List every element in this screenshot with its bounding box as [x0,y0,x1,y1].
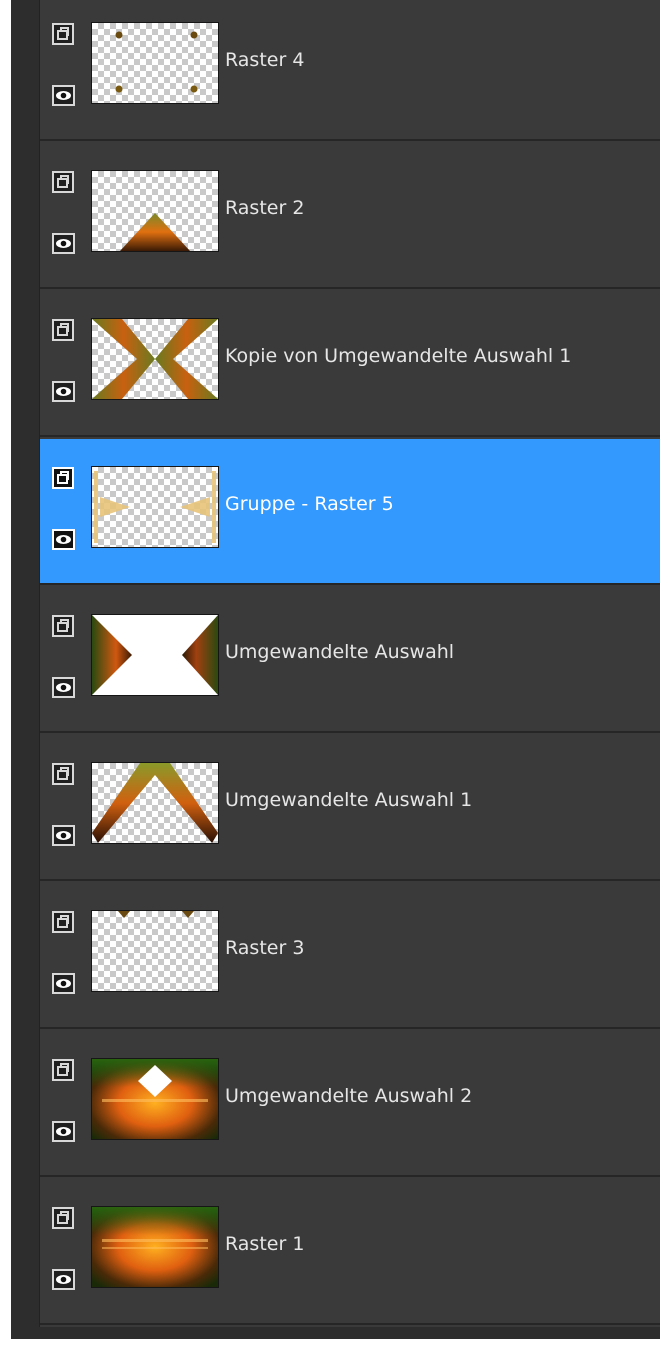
layer-thumbnail [91,1206,219,1288]
eye-icon[interactable] [52,1269,75,1290]
layer-link-icon[interactable] [52,319,74,341]
layer-thumbnail [91,22,219,104]
eye-icon[interactable] [52,677,75,698]
layer-name: Raster 4 [225,49,305,71]
layer-row-umgewandelte-auswahl-1[interactable]: Umgewandelte Auswahl 1 [40,735,660,881]
layer-link-icon[interactable] [52,911,74,933]
layer-name: Kopie von Umgewandelte Auswahl 1 [225,345,572,367]
eye-icon[interactable] [52,381,75,402]
layer-name: Raster 3 [225,937,305,959]
layer-thumbnail [91,910,219,992]
layers-panel: Raster 4 Raster 2 Kopie von Umgewandelte… [39,0,660,1327]
eye-icon[interactable] [52,1121,75,1142]
layer-link-icon[interactable] [52,615,74,637]
layer-row-umgewandelte-auswahl-2[interactable]: Umgewandelte Auswahl 2 [40,1031,660,1177]
layer-row-raster-3[interactable]: Raster 3 [40,883,660,1029]
layer-link-icon[interactable] [52,763,74,785]
eye-icon[interactable] [52,233,75,254]
eye-icon[interactable] [52,529,75,550]
layer-row-umgewandelte-auswahl[interactable]: Umgewandelte Auswahl [40,587,660,733]
eye-icon[interactable] [52,85,75,106]
layer-thumbnail [91,1058,219,1140]
layer-row-raster-1[interactable]: Raster 1 [40,1179,660,1325]
layer-thumbnail [91,762,219,844]
layer-name: Umgewandelte Auswahl 2 [225,1085,473,1107]
layer-thumbnail [91,466,219,548]
layer-name: Raster 1 [225,1233,305,1255]
layer-row-raster-2[interactable]: Raster 2 [40,143,660,289]
layer-link-icon[interactable] [52,467,74,489]
layer-link-icon[interactable] [52,1059,74,1081]
layer-row-raster-4[interactable]: Raster 4 [40,0,660,141]
layer-name: Umgewandelte Auswahl 1 [225,789,473,811]
layer-row-kopie-umgewandelte-auswahl-1[interactable]: Kopie von Umgewandelte Auswahl 1 [40,291,660,437]
layer-link-icon[interactable] [52,171,74,193]
layer-name: Umgewandelte Auswahl [225,641,455,663]
layer-thumbnail [91,318,219,400]
layer-row-gruppe-raster-5[interactable]: Gruppe - Raster 5 [40,439,660,585]
eye-icon[interactable] [52,973,75,994]
layer-name: Gruppe - Raster 5 [225,493,394,515]
eye-icon[interactable] [52,825,75,846]
layer-link-icon[interactable] [52,23,74,45]
layer-name: Raster 2 [225,197,305,219]
layer-thumbnail [91,170,219,252]
layer-link-icon[interactable] [52,1207,74,1229]
layer-thumbnail [91,614,219,696]
